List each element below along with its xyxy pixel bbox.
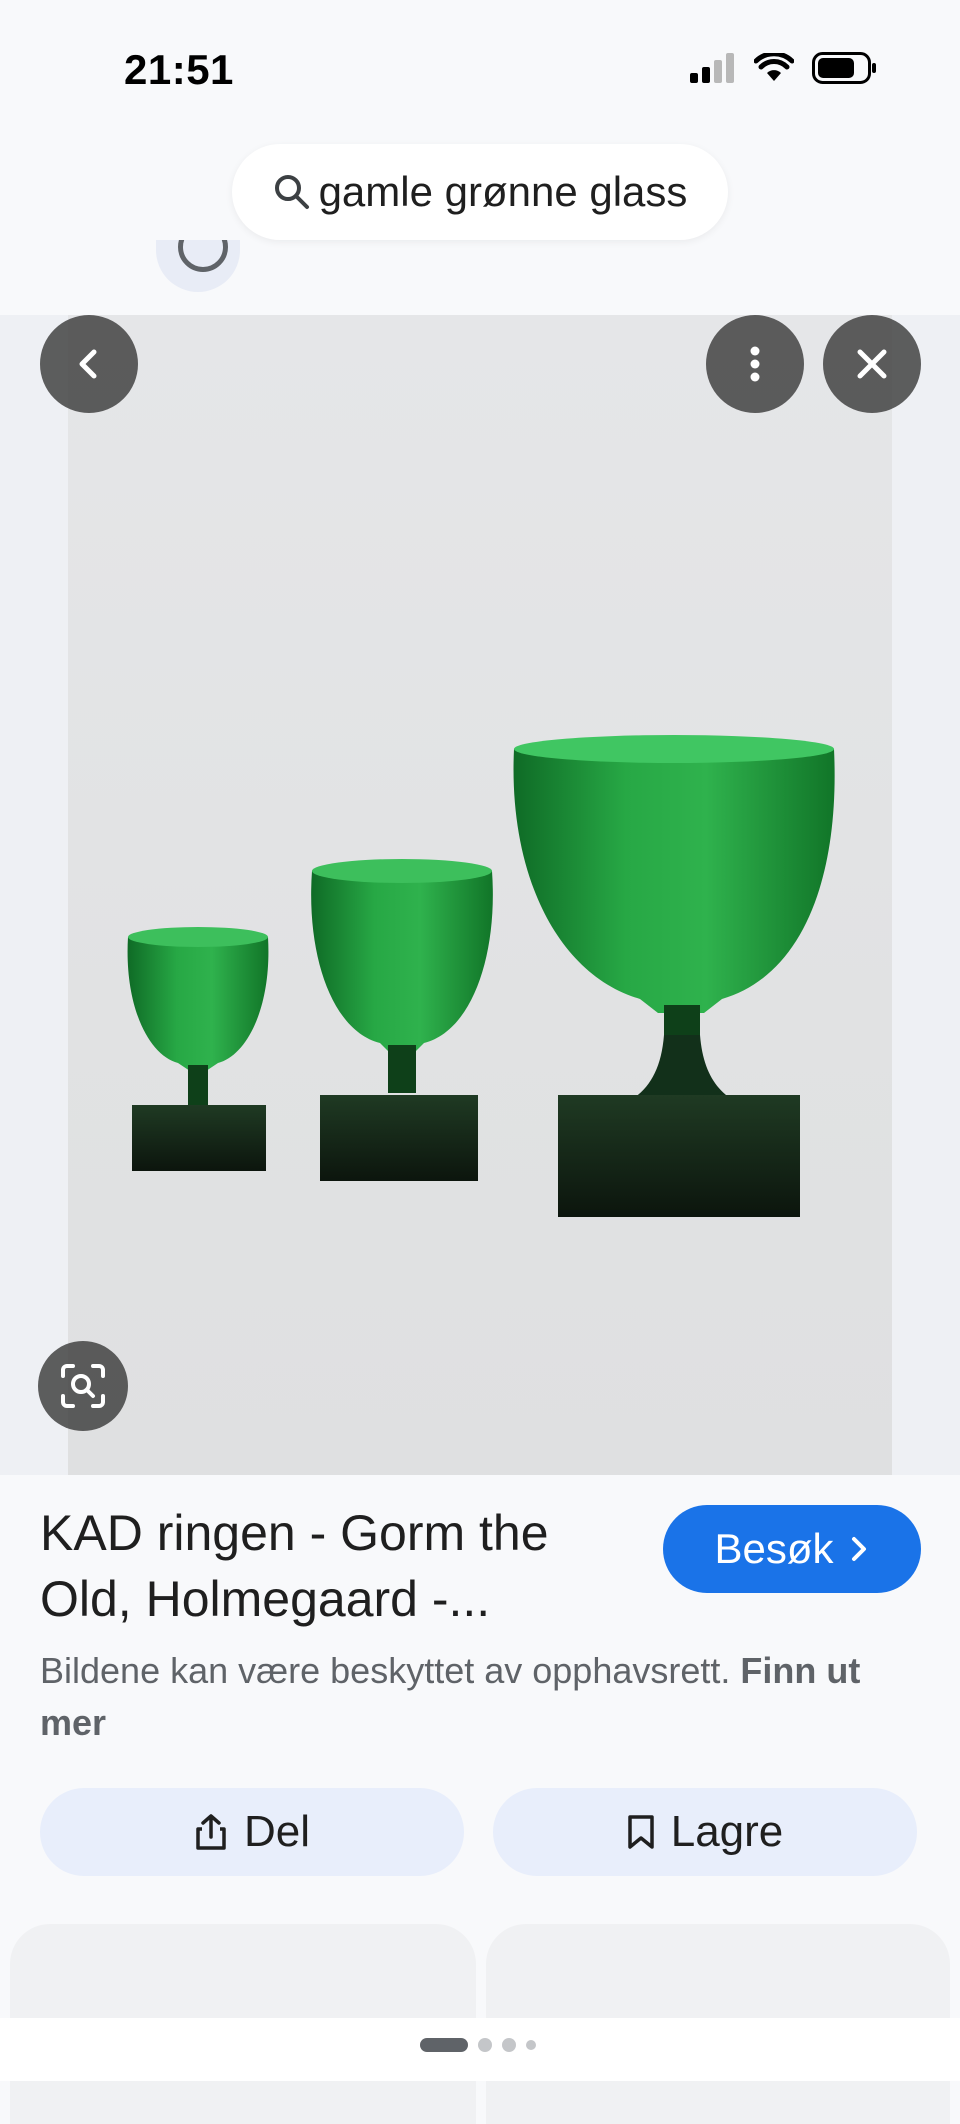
result-title[interactable]: KAD ringen - Gorm the Old, Holmegaard -.… bbox=[40, 1500, 640, 1632]
more-vert-icon bbox=[750, 346, 760, 382]
more-options-button[interactable] bbox=[706, 315, 804, 413]
share-button[interactable]: Del bbox=[40, 1788, 464, 1876]
bookmark-icon bbox=[627, 1815, 654, 1849]
close-button[interactable] bbox=[823, 315, 921, 413]
wifi-icon bbox=[754, 53, 794, 81]
lens-search-button[interactable] bbox=[38, 1341, 128, 1431]
save-button[interactable]: Lagre bbox=[493, 1788, 917, 1876]
battery-icon bbox=[812, 52, 876, 84]
cellular-icon bbox=[690, 53, 734, 83]
close-icon bbox=[857, 349, 887, 379]
visit-button[interactable]: Besøk bbox=[663, 1505, 921, 1593]
status-icons bbox=[690, 52, 878, 84]
lens-icon bbox=[61, 1364, 105, 1408]
save-label: Lagre bbox=[670, 1807, 784, 1856]
page-dot bbox=[478, 2038, 492, 2052]
back-button[interactable] bbox=[40, 315, 138, 413]
image-viewer bbox=[0, 315, 960, 1475]
product-photo bbox=[68, 315, 892, 1475]
page-dot-active bbox=[420, 2038, 468, 2052]
page-indicator bbox=[420, 2038, 536, 2052]
copyright-notice: Bildene kan være beskyttet av opphavsret… bbox=[40, 1645, 920, 1749]
result-title-line2: Old, Holmegaard -... bbox=[40, 1571, 491, 1627]
clock: 21:51 bbox=[124, 46, 234, 93]
partially-hidden-avatar bbox=[156, 240, 240, 292]
share-icon bbox=[196, 1814, 226, 1850]
search-query: gamle grønne glass bbox=[318, 168, 688, 215]
search-icon bbox=[274, 175, 309, 209]
back-icon bbox=[79, 349, 97, 379]
page-dot bbox=[526, 2040, 536, 2050]
share-label: Del bbox=[243, 1807, 311, 1856]
copyright-text: Bildene kan være beskyttet av opphavsret… bbox=[40, 1650, 731, 1691]
visit-label: Besøk bbox=[714, 1525, 834, 1572]
chevron-right-icon bbox=[851, 1537, 866, 1561]
page-dot bbox=[502, 2038, 516, 2052]
search-bar[interactable]: gamle grønne glass bbox=[232, 144, 728, 240]
result-title-line1: KAD ringen - Gorm the bbox=[40, 1505, 549, 1561]
status-bar: 21:51 bbox=[0, 0, 960, 140]
